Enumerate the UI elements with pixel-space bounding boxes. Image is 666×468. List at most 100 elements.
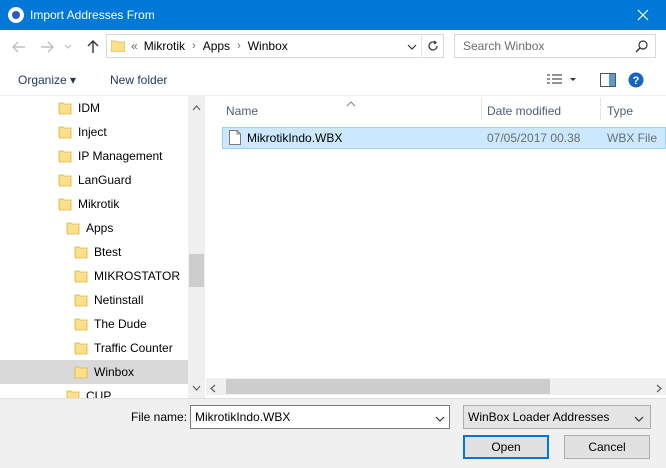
back-arrow-icon [12,41,25,53]
tree-item[interactable]: IDM [0,96,188,120]
scrollbar-thumb[interactable] [189,254,204,287]
search-input[interactable] [455,35,625,57]
tree-item-label: Mikrotik [78,197,120,211]
recent-locations-button[interactable] [62,38,74,56]
command-toolbar: Organize ▾ New folder ? [0,64,666,96]
file-list-scrollbar[interactable] [206,378,666,395]
tree-item-label: IP Management [78,149,163,163]
folder-icon [58,126,72,138]
app-icon [8,7,24,23]
sort-ascending-icon [346,96,356,110]
file-list: Name Date modified Type MikrotikIndo.WBX… [206,96,666,398]
organize-button[interactable]: Organize ▾ [18,73,76,87]
tree-item[interactable]: Mikrotik [0,192,188,216]
back-button[interactable] [10,38,28,56]
tree-item-label: The Dude [94,317,147,331]
folder-icon [74,294,88,306]
folder-icon [58,150,72,162]
file-name-value[interactable]: MikrotikIndo.WBX [191,410,290,424]
address-bar[interactable]: « Mikrotik › Apps › Winbox [106,34,444,58]
search-box[interactable] [454,34,656,58]
chevron-down-icon [630,412,644,426]
tree-item-label: Btest [94,245,122,259]
folder-icon [58,174,72,186]
window-title: Import Addresses From [30,8,155,22]
folder-icon [74,318,88,330]
refresh-button[interactable] [421,35,443,57]
file-name-label: File name: [131,410,188,424]
chevron-right-icon[interactable]: › [192,40,196,52]
file-type-value: WinBox Loader Addresses [468,410,610,424]
open-button[interactable]: Open [463,435,549,459]
document-icon [229,130,241,145]
tree-item-label: Apps [86,221,114,235]
navigation-pane: IDM Inject IP Management LanGuard Mikrot… [0,96,205,398]
new-folder-button[interactable]: New folder [110,73,167,87]
tree-item[interactable]: Btest [0,240,188,264]
tree-item-label: Inject [78,125,107,139]
forward-button[interactable] [38,38,56,56]
file-type: WBX File [607,131,658,145]
chevron-down-icon [407,44,417,50]
tree-item[interactable]: Netinstall [0,288,188,312]
help-icon: ? [628,72,644,88]
tree-item[interactable]: MIKROSTATOR [0,264,188,288]
file-type-select[interactable]: WinBox Loader Addresses [463,405,651,429]
tree-item-label: Winbox [94,365,135,379]
chevron-right-icon[interactable]: › [237,40,241,52]
breadcrumb-apps[interactable]: Apps [203,39,230,53]
folder-icon [74,246,88,258]
tree-item-label: Netinstall [94,293,144,307]
dialog-footer: File name: MikrotikIndo.WBX WinBox Loade… [0,398,666,468]
column-header-type[interactable]: Type [601,98,633,124]
close-button[interactable] [620,0,666,30]
search-icon[interactable] [635,39,649,56]
navigation-scrollbar[interactable] [188,96,205,398]
cancel-button[interactable]: Cancel [564,435,650,459]
scroll-up-icon[interactable] [192,100,201,114]
tree-item[interactable]: Apps [0,216,188,240]
title-bar: Import Addresses From [0,0,666,30]
scroll-left-icon[interactable] [210,382,216,396]
breadcrumb-mikrotik[interactable]: Mikrotik [144,39,185,53]
preview-pane-button[interactable] [600,73,616,90]
help-button[interactable]: ? [628,72,644,91]
tree-item[interactable]: Inject [0,120,188,144]
tree-item-label: IDM [78,101,100,115]
tree-item-label: CUP [86,389,112,398]
tree-item-label: MIKROSTATOR [94,269,181,283]
scrollbar-thumb[interactable] [226,379,550,394]
tree-item[interactable]: Traffic Counter [0,336,188,360]
tree-item[interactable]: LanGuard [0,168,188,192]
file-name-field[interactable]: MikrotikIndo.WBX [190,405,450,429]
file-row[interactable]: MikrotikIndo.WBX 07/05/2017 00.38 WBX Fi… [222,127,666,149]
address-dropdown-button[interactable] [407,40,417,54]
tree-item-selected[interactable]: Winbox [0,360,188,384]
svg-text:?: ? [633,75,640,87]
folder-icon [74,342,88,354]
column-header-name[interactable]: Name [220,98,258,124]
scroll-right-icon[interactable] [656,382,662,396]
folder-icon [74,366,88,378]
folder-icon [58,102,72,114]
folder-icon [74,270,88,282]
up-button[interactable] [84,38,102,56]
tree-item[interactable]: The Dude [0,312,188,336]
tree-item-label: Traffic Counter [94,341,173,355]
folder-open-icon [66,222,80,234]
preview-pane-icon [600,73,616,87]
details-view-icon [547,74,576,84]
forward-arrow-icon [41,41,54,53]
breadcrumb-overflow[interactable]: « [131,39,138,53]
breadcrumb-winbox[interactable]: Winbox [248,39,288,53]
column-header-date[interactable]: Date modified [481,98,561,124]
folder-icon [66,390,80,398]
file-name: MikrotikIndo.WBX [247,131,343,145]
chevron-down-icon[interactable] [431,412,445,426]
scroll-down-icon[interactable] [192,380,201,394]
view-options-button[interactable] [546,73,578,90]
tree-item[interactable]: CUP [0,384,188,398]
tree-item[interactable]: IP Management [0,144,188,168]
chevron-down-icon [64,44,72,49]
close-icon [637,9,649,21]
